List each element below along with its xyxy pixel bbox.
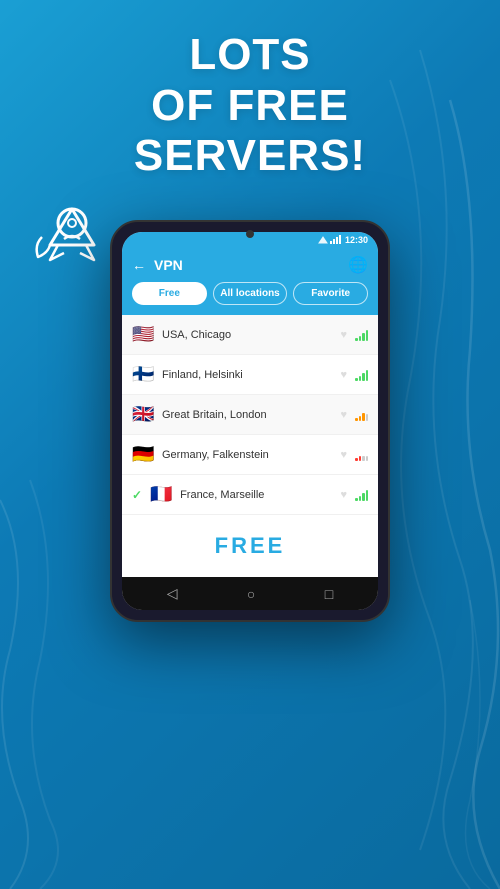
favorite-icon-gb[interactable]: ♥ bbox=[340, 409, 347, 421]
nav-title: VPN bbox=[154, 257, 348, 273]
hero-title: Lots of free servers! bbox=[0, 30, 500, 182]
favorite-icon-germany[interactable]: ♥ bbox=[340, 449, 347, 461]
phone-body: 12:30 ← VPN 🌐 Free All locations Favorit… bbox=[110, 220, 390, 622]
server-list: 🇺🇸 USA, Chicago ♥ 🇫🇮 Finland, Helsinki ♥ bbox=[122, 315, 378, 515]
phone-home-button[interactable]: ○ bbox=[247, 586, 255, 602]
status-icons bbox=[318, 236, 341, 244]
favorite-icon-finland[interactable]: ♥ bbox=[340, 369, 347, 381]
flag-usa: 🇺🇸 bbox=[132, 324, 154, 345]
server-name-usa: USA, Chicago bbox=[162, 329, 332, 341]
signal-france bbox=[355, 489, 368, 501]
camera-notch bbox=[246, 230, 254, 238]
status-signal bbox=[330, 236, 341, 244]
server-item-germany[interactable]: 🇩🇪 Germany, Falkenstein ♥ bbox=[122, 435, 378, 475]
signal-germany bbox=[355, 449, 368, 461]
phone-recent-button[interactable]: □ bbox=[325, 586, 333, 602]
flag-germany: 🇩🇪 bbox=[132, 444, 154, 465]
nav-bar: ← VPN 🌐 bbox=[122, 248, 378, 282]
server-item-france[interactable]: ✓ 🇫🇷 France, Marseille ♥ bbox=[122, 475, 378, 515]
phone-mockup: 12:30 ← VPN 🌐 Free All locations Favorit… bbox=[110, 220, 390, 622]
phone-back-button[interactable]: ◁ bbox=[167, 585, 178, 602]
signal-usa bbox=[355, 329, 368, 341]
globe-button[interactable]: 🌐 bbox=[348, 255, 368, 275]
rocket-icon bbox=[20, 195, 100, 275]
server-name-gb: Great Britain, London bbox=[162, 409, 332, 421]
tab-bar: Free All locations Favorite bbox=[122, 282, 378, 315]
signal-gb bbox=[355, 409, 368, 421]
selected-check-icon: ✓ bbox=[132, 488, 142, 502]
free-label: FREE bbox=[122, 515, 378, 577]
server-item-finland[interactable]: 🇫🇮 Finland, Helsinki ♥ bbox=[122, 355, 378, 395]
phone-bottom-nav: ◁ ○ □ bbox=[122, 577, 378, 610]
flag-gb: 🇬🇧 bbox=[132, 404, 154, 425]
flag-france: 🇫🇷 bbox=[150, 484, 172, 505]
server-name-germany: Germany, Falkenstein bbox=[162, 449, 332, 461]
signal-finland bbox=[355, 369, 368, 381]
favorite-icon-usa[interactable]: ♥ bbox=[340, 329, 347, 341]
favorite-icon-france[interactable]: ♥ bbox=[340, 489, 347, 501]
server-item-usa[interactable]: 🇺🇸 USA, Chicago ♥ bbox=[122, 315, 378, 355]
status-time: 12:30 bbox=[345, 235, 368, 245]
hero-section: Lots of free servers! bbox=[0, 30, 500, 182]
tab-favorite[interactable]: Favorite bbox=[293, 282, 368, 305]
tab-free[interactable]: Free bbox=[132, 282, 207, 305]
server-name-finland: Finland, Helsinki bbox=[162, 369, 332, 381]
flag-finland: 🇫🇮 bbox=[132, 364, 154, 385]
back-button[interactable]: ← bbox=[132, 257, 146, 273]
server-item-gb[interactable]: 🇬🇧 Great Britain, London ♥ bbox=[122, 395, 378, 435]
tab-all-locations[interactable]: All locations bbox=[213, 282, 288, 305]
phone-screen: 12:30 ← VPN 🌐 Free All locations Favorit… bbox=[122, 232, 378, 610]
server-name-france: France, Marseille bbox=[180, 489, 332, 501]
